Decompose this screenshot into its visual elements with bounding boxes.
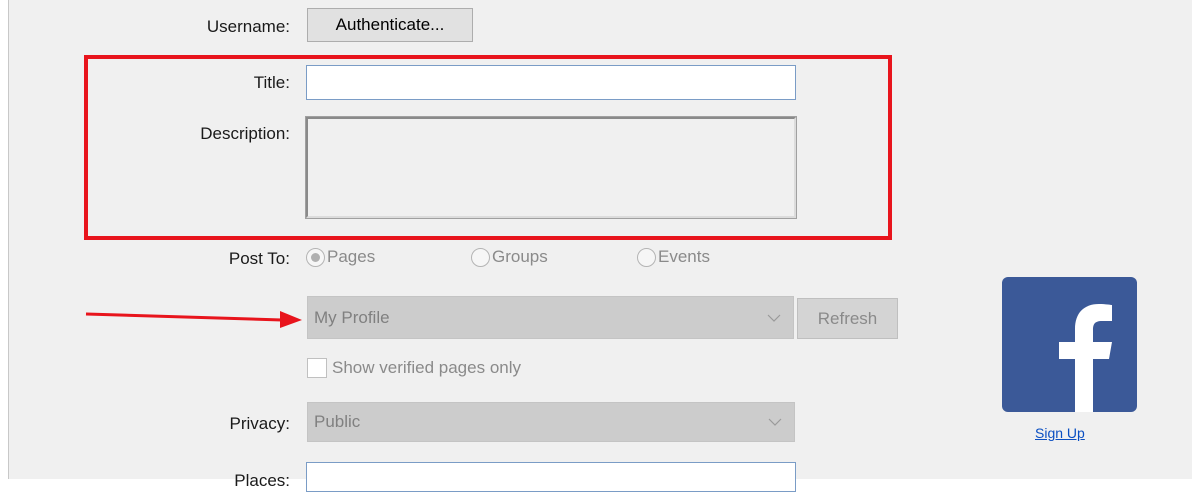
post-to-label: Post To:	[228, 249, 290, 268]
facebook-f-glyph	[1059, 304, 1112, 412]
radio-events-circle	[637, 247, 656, 267]
facebook-logo-icon	[1002, 277, 1137, 412]
radio-groups-label: Groups	[492, 247, 548, 266]
chevron-down-icon	[768, 418, 782, 426]
refresh-button[interactable]: Refresh	[797, 298, 898, 339]
radio-pages[interactable]: Pages	[306, 247, 375, 267]
chevron-down-icon	[767, 314, 781, 322]
radio-selected-dot	[311, 252, 320, 262]
radio-groups[interactable]: Groups	[471, 247, 548, 267]
authenticate-button[interactable]: Authenticate...	[307, 8, 473, 42]
target-select-value: My Profile	[314, 307, 390, 327]
target-select[interactable]: My Profile	[307, 296, 794, 339]
username-label: Username:	[206, 17, 290, 36]
radio-events[interactable]: Events	[637, 247, 710, 267]
radio-pages-label: Pages	[327, 247, 376, 266]
verified-only-row[interactable]: Show verified pages only	[307, 358, 521, 378]
radio-pages-circle	[306, 247, 325, 267]
places-label: Places:	[234, 471, 290, 490]
privacy-select[interactable]: Public	[307, 402, 795, 442]
privacy-select-value: Public	[314, 412, 361, 431]
verified-only-label: Show verified pages only	[332, 358, 522, 377]
verified-only-checkbox[interactable]	[307, 358, 327, 378]
red-arrow-annotation	[85, 311, 302, 328]
places-input[interactable]	[306, 462, 796, 492]
privacy-label: Privacy:	[229, 414, 290, 433]
sign-up-link[interactable]: Sign Up	[1035, 425, 1085, 441]
radio-events-label: Events	[658, 247, 710, 266]
radio-groups-circle	[471, 247, 490, 267]
highlight-box	[84, 55, 892, 240]
